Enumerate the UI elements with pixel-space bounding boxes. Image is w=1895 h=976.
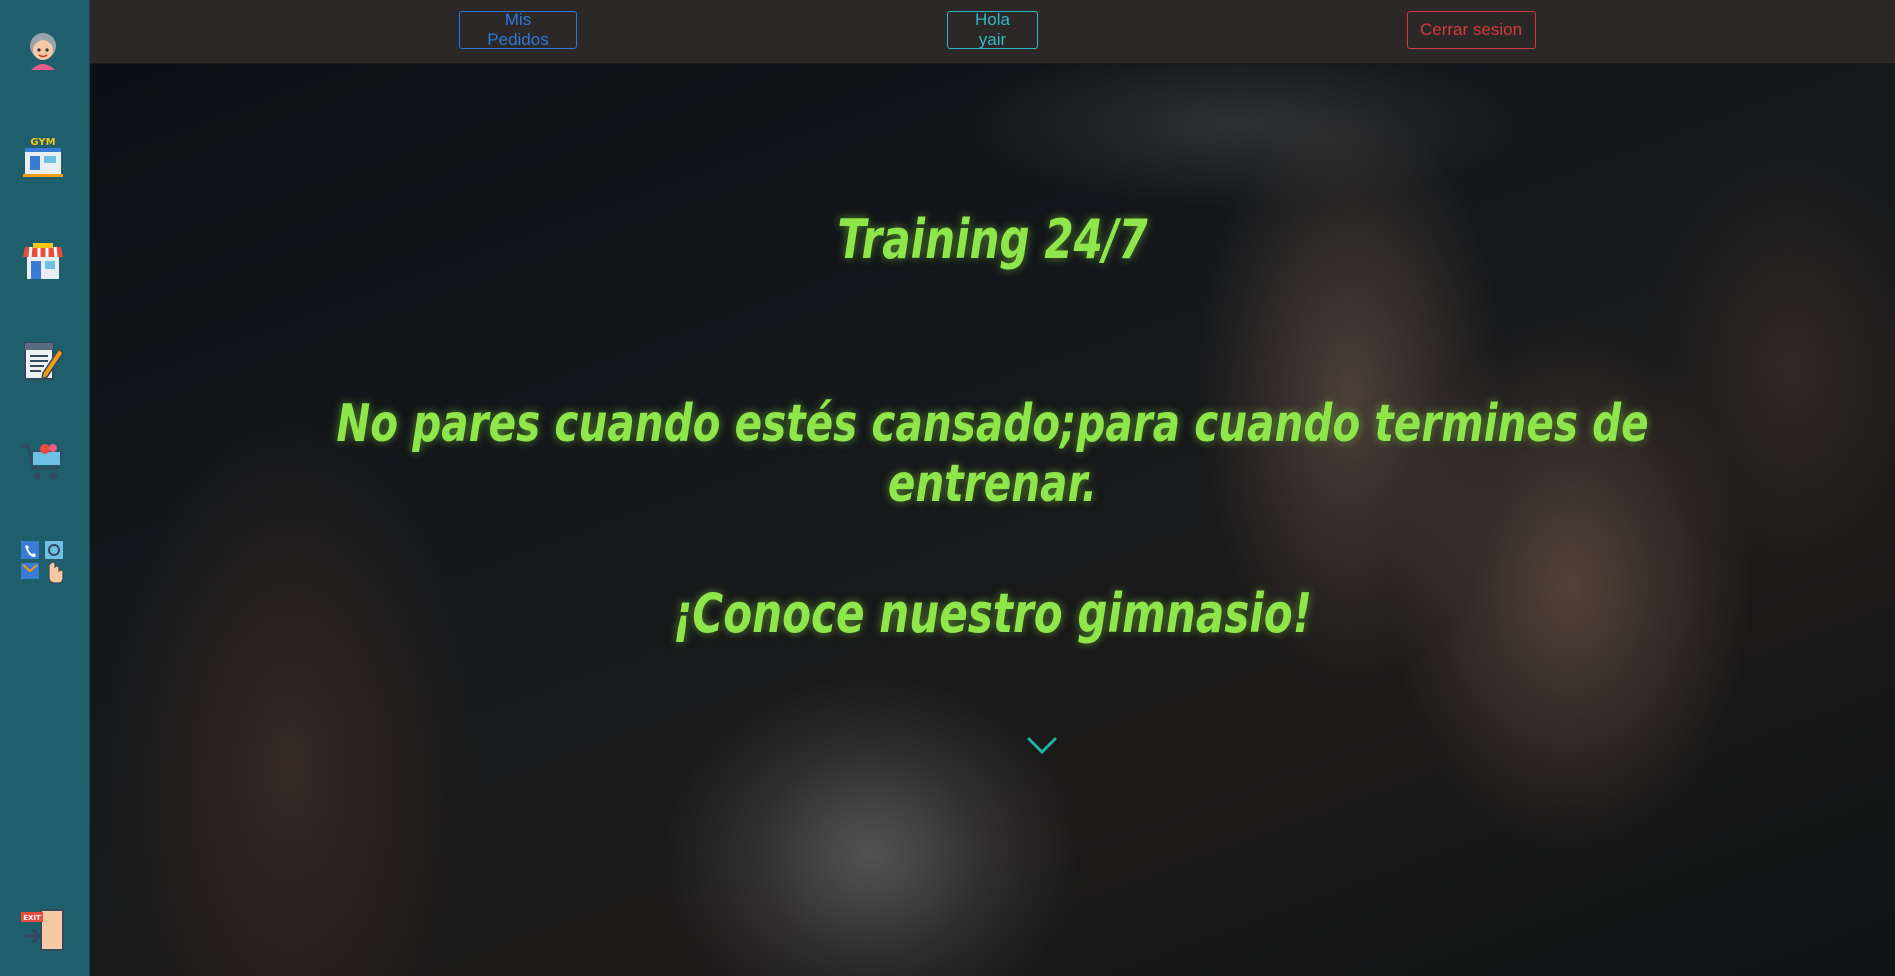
chevron-down-icon[interactable] <box>1026 734 1058 758</box>
hero-cta: ¡Conoce nuestro gimnasio! <box>673 582 1312 645</box>
logout-button[interactable]: Cerrar sesion <box>1407 11 1536 49</box>
sidebar: GYM EXIT <box>0 0 90 976</box>
notepad-icon[interactable] <box>19 337 67 385</box>
contact-icon[interactable] <box>19 537 67 585</box>
exit-icon[interactable]: EXIT <box>19 906 67 954</box>
shopping-cart-icon[interactable] <box>19 436 67 484</box>
my-orders-button[interactable]: Mis Pedidos <box>459 10 577 49</box>
greeting-user-button[interactable]: Hola yair <box>947 10 1038 49</box>
gym-icon[interactable]: GYM <box>19 134 67 182</box>
top-navbar: Mis Pedidos Hola yair Cerrar sesion <box>90 0 1895 64</box>
avatar-icon[interactable] <box>19 26 67 74</box>
hero-motto: No pares cuando estés cansado;para cuand… <box>336 394 1649 514</box>
hero-title: Training 24/7 <box>837 208 1148 271</box>
store-icon[interactable] <box>19 237 67 285</box>
exit-icon-label: EXIT <box>23 914 41 922</box>
hero-banner: Training 24/7 No pares cuando estés cans… <box>90 64 1895 976</box>
gym-icon-label: GYM <box>30 137 55 148</box>
